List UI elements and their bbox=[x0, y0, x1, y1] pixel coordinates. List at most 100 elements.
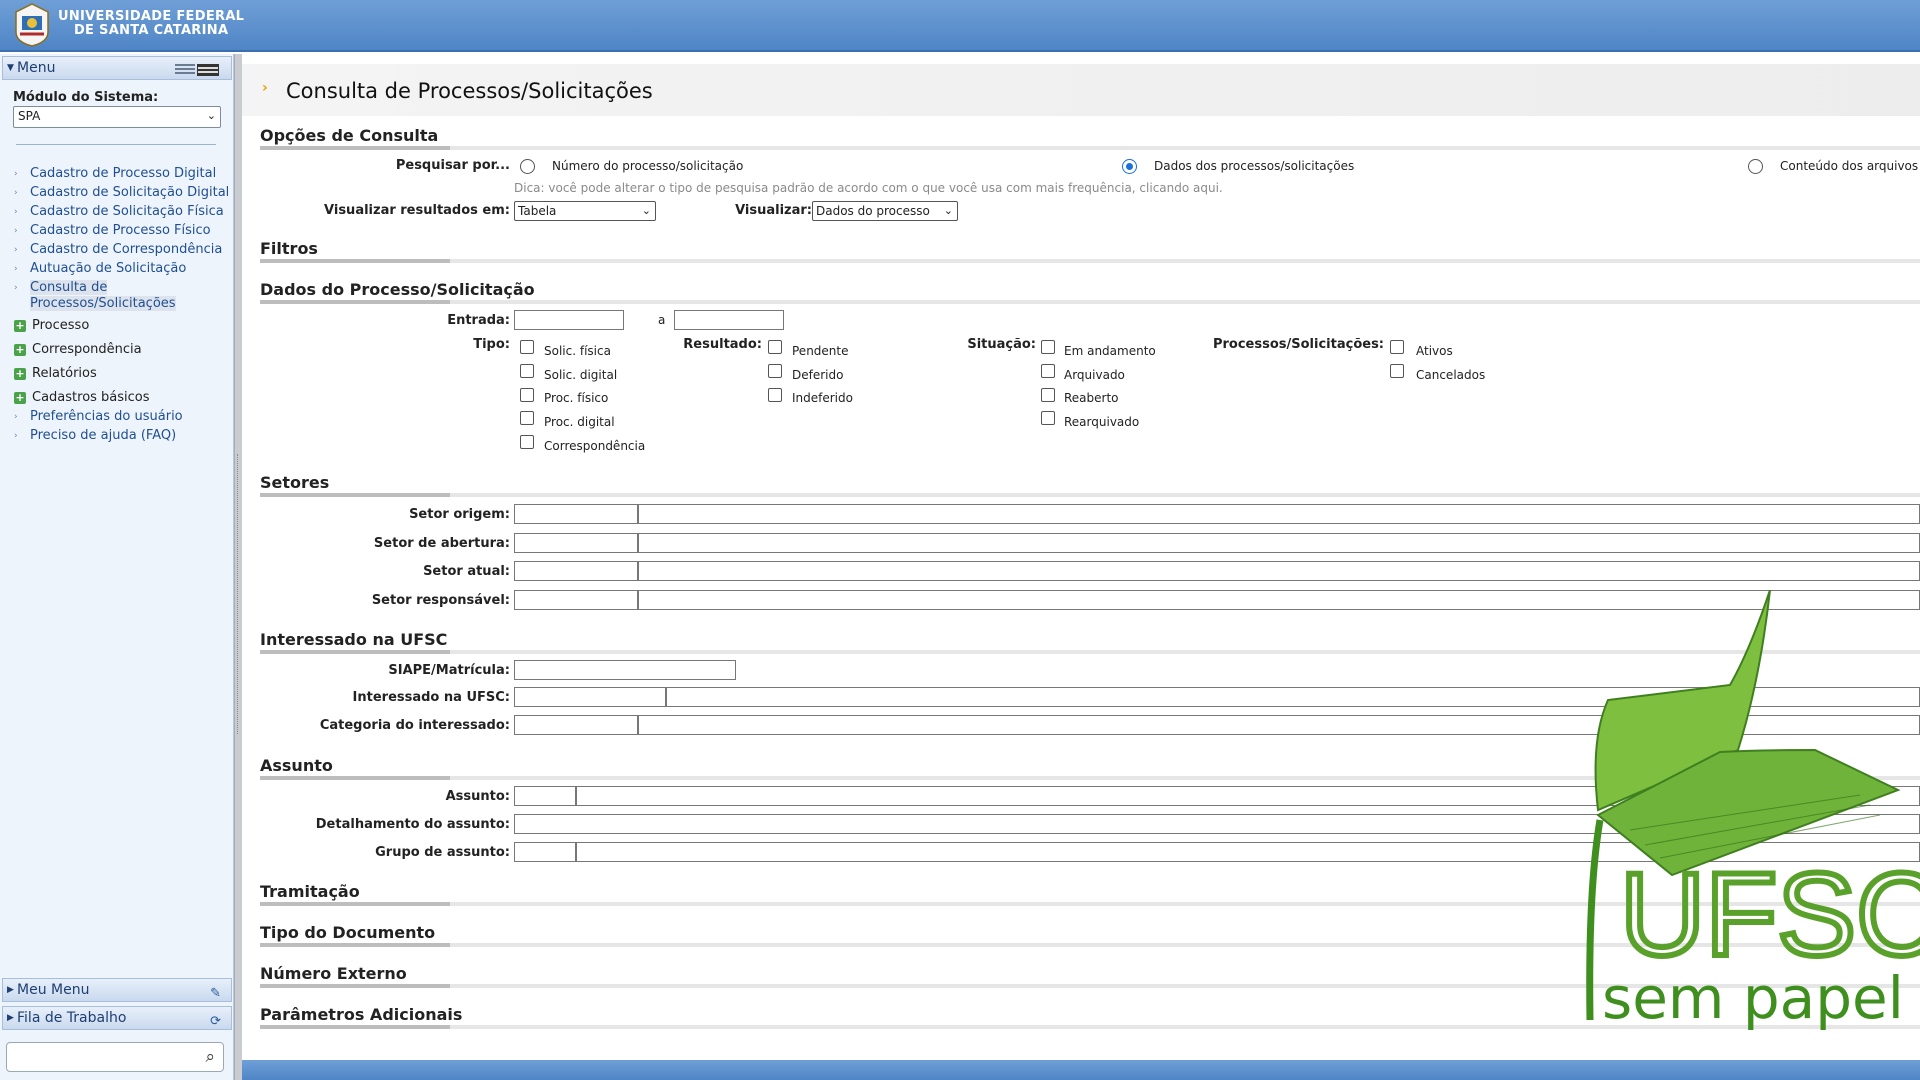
categoria-code-field[interactable] bbox=[514, 715, 638, 735]
link-arrow-icon: › bbox=[14, 412, 18, 422]
refresh-icon[interactable]: ⟳ bbox=[210, 1011, 221, 1033]
sidebar-link-cadastro-correspondencia[interactable]: › Cadastro de Correspondência bbox=[14, 242, 232, 258]
assunto-code-field[interactable] bbox=[514, 786, 576, 806]
tipo-checkbox-proc-fisico[interactable] bbox=[520, 388, 534, 402]
tree-list-icon[interactable] bbox=[175, 64, 195, 76]
resultado-option-label[interactable]: Deferido bbox=[792, 368, 843, 382]
section-interessado[interactable]: Interessado na UFSC bbox=[260, 630, 447, 649]
section-dados-processo[interactable]: Dados do Processo/Solicitação bbox=[260, 280, 535, 299]
section-divider bbox=[260, 300, 1920, 304]
situacao-checkbox-rearquivado[interactable] bbox=[1041, 411, 1055, 425]
processos-option-label[interactable]: Cancelados bbox=[1416, 368, 1485, 382]
expand-plus-icon[interactable]: + bbox=[14, 368, 26, 380]
section-setores[interactable]: Setores bbox=[260, 473, 329, 492]
radio-conteudo-label[interactable]: Conteúdo dos arquivos bbox=[1780, 159, 1918, 173]
setor-abertura-code-field[interactable] bbox=[514, 533, 638, 553]
sidebar-link-cadastro-solicitacao-digital[interactable]: › Cadastro de Solicitação Digital bbox=[14, 185, 232, 201]
processos-checkbox-ativos[interactable] bbox=[1390, 340, 1404, 354]
processos-option-label[interactable]: Ativos bbox=[1416, 344, 1453, 358]
radio-conteudo[interactable] bbox=[1748, 159, 1763, 174]
meu-menu-panel-header[interactable]: ▶ Meu Menu ✎ bbox=[2, 978, 232, 1002]
section-numero-externo[interactable]: Número Externo bbox=[260, 964, 407, 983]
situacao-option-label[interactable]: Reaberto bbox=[1064, 391, 1119, 405]
situacao-option-label[interactable]: Arquivado bbox=[1064, 368, 1125, 382]
section-assunto[interactable]: Assunto bbox=[260, 756, 333, 775]
interessado-code-field[interactable] bbox=[514, 687, 666, 707]
tipo-option-label[interactable]: Solic. digital bbox=[544, 368, 617, 382]
grupo-assunto-code-field[interactable] bbox=[514, 842, 576, 862]
entrada-end-field[interactable] bbox=[674, 310, 784, 330]
situacao-checkbox-arquivado[interactable] bbox=[1041, 364, 1055, 378]
section-tramitacao[interactable]: Tramitação bbox=[260, 882, 360, 901]
visualizar-select[interactable]: Dados do processo ⌄ bbox=[812, 201, 958, 221]
sidebar-group-relatorios[interactable]: + Relatórios bbox=[14, 366, 232, 382]
module-select[interactable]: SPA ⌄ bbox=[13, 106, 221, 128]
menu-panel-header[interactable]: ▼ Menu bbox=[2, 56, 232, 80]
sidebar-group-cadastros-basicos[interactable]: + Cadastros básicos bbox=[14, 390, 232, 406]
setor-atual-code-field[interactable] bbox=[514, 561, 638, 581]
sidebar-link-autuacao-solicitacao[interactable]: › Autuação de Solicitação bbox=[14, 261, 232, 277]
setor-abertura-name-field[interactable] bbox=[638, 533, 1920, 553]
radio-dados-label[interactable]: Dados dos processos/solicitações bbox=[1154, 159, 1354, 173]
university-crest-icon bbox=[15, 3, 49, 47]
sidebar-link-consulta-processos[interactable]: › Consulta de Processos/Solicitações bbox=[14, 280, 232, 312]
watermark-ufsc-text: UFSC bbox=[1620, 849, 1920, 981]
siape-field[interactable] bbox=[514, 660, 736, 680]
resultado-option-label[interactable]: Indeferido bbox=[792, 391, 853, 405]
situacao-checkbox-em-andamento[interactable] bbox=[1041, 340, 1055, 354]
link-arrow-icon: › bbox=[14, 283, 18, 293]
expand-plus-icon[interactable]: + bbox=[14, 344, 26, 356]
setor-atual-name-field[interactable] bbox=[638, 561, 1920, 581]
tipo-checkbox-solic-fisica[interactable] bbox=[520, 340, 534, 354]
section-filtros[interactable]: Filtros bbox=[260, 239, 318, 258]
sidebar-link-cadastro-processo-fisico[interactable]: › Cadastro de Processo Físico bbox=[14, 223, 232, 239]
wrench-icon[interactable]: ✎ bbox=[210, 983, 221, 1005]
flat-list-icon[interactable] bbox=[197, 64, 219, 76]
entrada-start-field[interactable] bbox=[514, 310, 624, 330]
chevron-down-icon: ⌄ bbox=[206, 109, 216, 122]
sidebar-splitter[interactable] bbox=[234, 54, 242, 1080]
menu-view-toggle[interactable] bbox=[173, 61, 221, 76]
section-opcoes-consulta[interactable]: Opções de Consulta bbox=[260, 126, 438, 145]
situacao-option-label[interactable]: Rearquivado bbox=[1064, 415, 1139, 429]
link-arrow-icon: › bbox=[14, 431, 18, 441]
situacao-checkbox-reaberto[interactable] bbox=[1041, 388, 1055, 402]
tipo-option-label[interactable]: Solic. física bbox=[544, 344, 611, 358]
setor-responsavel-code-field[interactable] bbox=[514, 590, 638, 610]
sidebar-search-input[interactable]: ⌕ bbox=[6, 1042, 224, 1072]
sidebar-link-faq[interactable]: › Preciso de ajuda (FAQ) bbox=[14, 428, 232, 444]
processos-checkbox-cancelados[interactable] bbox=[1390, 364, 1404, 378]
tipo-option-label[interactable]: Correspondência bbox=[544, 439, 645, 453]
resultado-checkbox-pendente[interactable] bbox=[768, 340, 782, 354]
splitter-grip[interactable] bbox=[237, 454, 240, 734]
sidebar-link-cadastro-solicitacao-fisica[interactable]: › Cadastro de Solicitação Física bbox=[14, 204, 232, 220]
section-parametros-adicionais[interactable]: Parâmetros Adicionais bbox=[260, 1005, 462, 1024]
search-icon[interactable]: ⌕ bbox=[205, 1047, 215, 1067]
section-divider bbox=[260, 146, 1920, 150]
sidebar-group-correspondencia[interactable]: + Correspondência bbox=[14, 342, 232, 358]
sidebar-link-preferencias[interactable]: › Preferências do usuário bbox=[14, 409, 232, 425]
search-type-hint[interactable]: Dica: você pode alterar o tipo de pesqui… bbox=[514, 181, 1223, 195]
radio-numero[interactable] bbox=[520, 159, 535, 174]
tipo-option-label[interactable]: Proc. físico bbox=[544, 391, 608, 405]
resultado-checkbox-indeferido[interactable] bbox=[768, 388, 782, 402]
expand-plus-icon[interactable]: + bbox=[14, 320, 26, 332]
sidebar-group-processo[interactable]: + Processo bbox=[14, 318, 232, 334]
tipo-checkbox-solic-digital[interactable] bbox=[520, 364, 534, 378]
page-title: Consulta de Processos/Solicitações bbox=[286, 79, 653, 103]
fila-trabalho-panel-header[interactable]: ▶ Fila de Trabalho ⟳ bbox=[2, 1006, 232, 1030]
setor-origem-name-field[interactable] bbox=[638, 504, 1920, 524]
tipo-option-label[interactable]: Proc. digital bbox=[544, 415, 615, 429]
resultado-option-label[interactable]: Pendente bbox=[792, 344, 849, 358]
radio-numero-label[interactable]: Número do processo/solicitação bbox=[552, 159, 743, 173]
tipo-checkbox-correspondencia[interactable] bbox=[520, 435, 534, 449]
radio-dados[interactable] bbox=[1122, 159, 1137, 174]
setor-origem-code-field[interactable] bbox=[514, 504, 638, 524]
situacao-option-label[interactable]: Em andamento bbox=[1064, 344, 1156, 358]
visualizar-resultados-select[interactable]: Tabela ⌄ bbox=[514, 201, 656, 221]
resultado-checkbox-deferido[interactable] bbox=[768, 364, 782, 378]
tipo-checkbox-proc-digital[interactable] bbox=[520, 411, 534, 425]
sidebar-link-cadastro-processo-digital[interactable]: › Cadastro de Processo Digital bbox=[14, 166, 232, 182]
section-tipo-documento[interactable]: Tipo do Documento bbox=[260, 923, 435, 942]
expand-plus-icon[interactable]: + bbox=[14, 392, 26, 404]
